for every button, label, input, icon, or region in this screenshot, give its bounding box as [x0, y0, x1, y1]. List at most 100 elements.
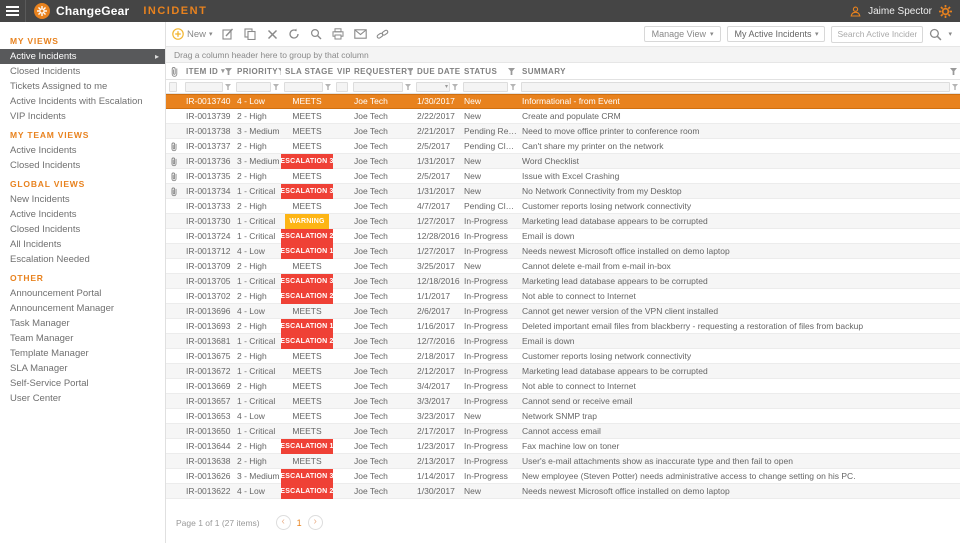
link-icon[interactable] [376, 28, 389, 41]
print-icon[interactable] [332, 28, 345, 41]
paperclip-icon [171, 187, 177, 196]
sidebar-item-active-incidents[interactable]: Active Incidents [0, 207, 165, 222]
table-row[interactable]: IR-0013693 2 - High ESCALATION 1 Joe Tech 1/… [166, 318, 960, 334]
table-row[interactable]: IR-0013675 2 - High MEETS Joe Tech 2/18/2017… [166, 349, 960, 364]
filter-funnel-icon[interactable] [452, 83, 458, 90]
table-row[interactable]: IR-0013739 2 - High MEETS Joe Tech 2/22/2017… [166, 109, 960, 124]
delete-icon[interactable] [266, 28, 279, 41]
next-page-button[interactable]: › [307, 515, 323, 530]
table-row[interactable]: IR-0013735 2 - High MEETS Joe Tech 2/5/2017 N… [166, 169, 960, 184]
table-row[interactable]: IR-0013702 2 - High ESCALATION 2 Joe Tech 1/… [166, 288, 960, 304]
sla-stage-cell: MEETS [292, 425, 322, 436]
column-header-sla-stage[interactable]: SLA STAGE [281, 63, 333, 79]
column-header-priority[interactable]: PRIORITY [233, 63, 281, 79]
settings-gear-icon[interactable] [939, 4, 952, 18]
filter-status-input[interactable] [463, 81, 508, 92]
table-row[interactable]: IR-0013730 1 - Critical WARNING Joe Tech 1/2… [166, 213, 960, 229]
table-row[interactable]: IR-0013653 4 - Low MEETS Joe Tech 3/23/2017 N… [166, 409, 960, 424]
table-row[interactable]: IR-0013650 1 - Critical MEETS Joe Tech 2/17/… [166, 424, 960, 439]
edit-icon[interactable] [222, 28, 235, 41]
table-row[interactable]: IR-0013737 2 - High MEETS Joe Tech 2/5/2017 P… [166, 139, 960, 154]
column-header-item-id[interactable]: ITEM ID ▾ [182, 63, 233, 79]
column-header-summary[interactable]: SUMMARY [518, 63, 960, 79]
sidebar-item-team-manager[interactable]: Team Manager [0, 331, 165, 346]
group-by-bar[interactable]: Drag a column header here to group by th… [166, 46, 960, 63]
filter-item-id-input[interactable] [185, 81, 223, 92]
table-row[interactable]: IR-0013705 1 - Critical ESCALATION 3 Joe Te… [166, 273, 960, 289]
table-row[interactable]: IR-0013724 1 - Critical ESCALATION 2 Joe Te… [166, 228, 960, 244]
sidebar-item-all-incidents[interactable]: All Incidents [0, 237, 165, 252]
table-row[interactable]: IR-0013672 1 - Critical MEETS Joe Tech 2/12/… [166, 364, 960, 379]
sidebar-item-closed-incidents[interactable]: Closed Incidents [0, 64, 165, 79]
filter-funnel-icon[interactable] [508, 67, 515, 75]
filter-funnel-icon[interactable] [510, 83, 516, 90]
filter-funnel-icon[interactable] [950, 67, 957, 75]
table-row[interactable]: IR-0013734 1 - Critical ESCALATION 3 Joe Te… [166, 183, 960, 199]
column-header-due-date[interactable]: DUE DATE [413, 63, 460, 79]
filter-funnel-icon[interactable] [952, 83, 958, 90]
sidebar-item-template-manager[interactable]: Template Manager [0, 346, 165, 361]
table-row[interactable]: IR-0013738 3 - Medium MEETS Joe Tech 2/21/20… [166, 124, 960, 139]
prev-page-button[interactable]: ‹ [275, 515, 291, 530]
sidebar-item-new-incidents[interactable]: New Incidents [0, 192, 165, 207]
manage-view-button[interactable]: Manage View ▾ [643, 26, 722, 42]
table-row[interactable]: IR-0013736 3 - Medium ESCALATION 3 Joe Tech… [166, 153, 960, 169]
sidebar-item-active-incidents[interactable]: Active Incidents [0, 143, 165, 158]
filter-funnel-icon[interactable] [225, 83, 231, 90]
filter-funnel-icon[interactable] [405, 83, 411, 90]
new-button[interactable]: New ▾ [172, 28, 213, 40]
sidebar-item-escalation-needed[interactable]: Escalation Needed [0, 252, 165, 267]
table-row[interactable]: IR-0013681 1 - Critical ESCALATION 2 Joe Te… [166, 333, 960, 349]
filter-summary-input[interactable] [521, 81, 950, 92]
user-name[interactable]: Jaime Spector [868, 6, 932, 17]
sidebar-item-announcement-portal[interactable]: Announcement Portal [0, 286, 165, 301]
sidebar-item-closed-incidents[interactable]: Closed Incidents [0, 222, 165, 237]
filter-priority-input[interactable] [236, 81, 271, 92]
hamburger-menu-icon[interactable] [0, 0, 26, 22]
sidebar-item-task-manager[interactable]: Task Manager [0, 316, 165, 331]
filter-requester-input[interactable] [353, 81, 403, 92]
filter-funnel-icon[interactable] [325, 83, 331, 90]
sidebar-item-active-incidents[interactable]: Active Incidents ▸ [0, 49, 165, 64]
table-row[interactable]: IR-0013622 4 - Low ESCALATION 2 Joe Tech 1/3… [166, 483, 960, 499]
copy-icon[interactable] [244, 28, 257, 41]
filter-sla-stage-input[interactable] [284, 81, 323, 92]
current-page-number[interactable]: 1 [297, 518, 302, 528]
column-header-attachment[interactable] [166, 63, 182, 79]
vip-cell [333, 94, 350, 109]
search-icon[interactable] [310, 28, 323, 41]
search-submit-icon[interactable] [929, 28, 942, 41]
refresh-icon[interactable] [288, 28, 301, 41]
search-input[interactable] [832, 29, 923, 39]
table-row[interactable]: IR-0013740 4 - Low MEETS Joe Tech 1/30/2017 N… [166, 94, 960, 109]
chevron-down-icon[interactable]: ▾ [445, 83, 448, 90]
sidebar-item-closed-incidents[interactable]: Closed Incidents [0, 158, 165, 173]
sidebar-item-self-service-portal[interactable]: Self-Service Portal [0, 376, 165, 391]
filter-funnel-icon[interactable] [273, 83, 279, 90]
table-row[interactable]: IR-0013733 2 - High MEETS Joe Tech 4/7/2017 P… [166, 199, 960, 214]
table-row[interactable]: IR-0013712 4 - Low ESCALATION 1 Joe Tech 1/2… [166, 243, 960, 259]
column-header-requester[interactable]: REQUESTER [350, 63, 413, 79]
due-date-cell: 2/17/2017 [417, 425, 455, 436]
search-options-caret-icon[interactable]: ▾ [948, 30, 952, 38]
table-row[interactable]: IR-0013638 2 - High MEETS Joe Tech 2/13/2017… [166, 454, 960, 469]
filter-funnel-icon[interactable] [225, 67, 233, 75]
sidebar-item-tickets-assigned-to-me[interactable]: Tickets Assigned to me [0, 79, 165, 94]
column-header-status[interactable]: STATUS [460, 63, 518, 79]
email-icon[interactable] [353, 28, 367, 41]
table-row[interactable]: IR-0013644 2 - High ESCALATION 1 Joe Tech 1/… [166, 438, 960, 454]
filter-vip-input[interactable] [336, 81, 348, 92]
sidebar-item-sla-manager[interactable]: SLA Manager [0, 361, 165, 376]
filter-attachment-input[interactable] [169, 81, 177, 92]
table-row[interactable]: IR-0013626 3 - Medium ESCALATION 3 Joe Tech… [166, 468, 960, 484]
sidebar-item-active-incidents-with-escalation[interactable]: Active Incidents with Escalation [0, 94, 165, 109]
column-header-vip[interactable]: VIP [333, 63, 350, 79]
table-row[interactable]: IR-0013709 2 - High MEETS Joe Tech 3/25/2017… [166, 259, 960, 274]
table-row[interactable]: IR-0013657 1 - Critical MEETS Joe Tech 3/3/2… [166, 394, 960, 409]
view-select[interactable]: My Active Incidents ▾ [727, 26, 826, 42]
sidebar-item-user-center[interactable]: User Center [0, 391, 165, 406]
table-row[interactable]: IR-0013669 2 - High MEETS Joe Tech 3/4/2017 I… [166, 379, 960, 394]
sidebar-item-vip-incidents[interactable]: VIP Incidents [0, 109, 165, 124]
sidebar-item-announcement-manager[interactable]: Announcement Manager [0, 301, 165, 316]
table-row[interactable]: IR-0013696 4 - Low MEETS Joe Tech 2/6/2017 In… [166, 304, 960, 319]
